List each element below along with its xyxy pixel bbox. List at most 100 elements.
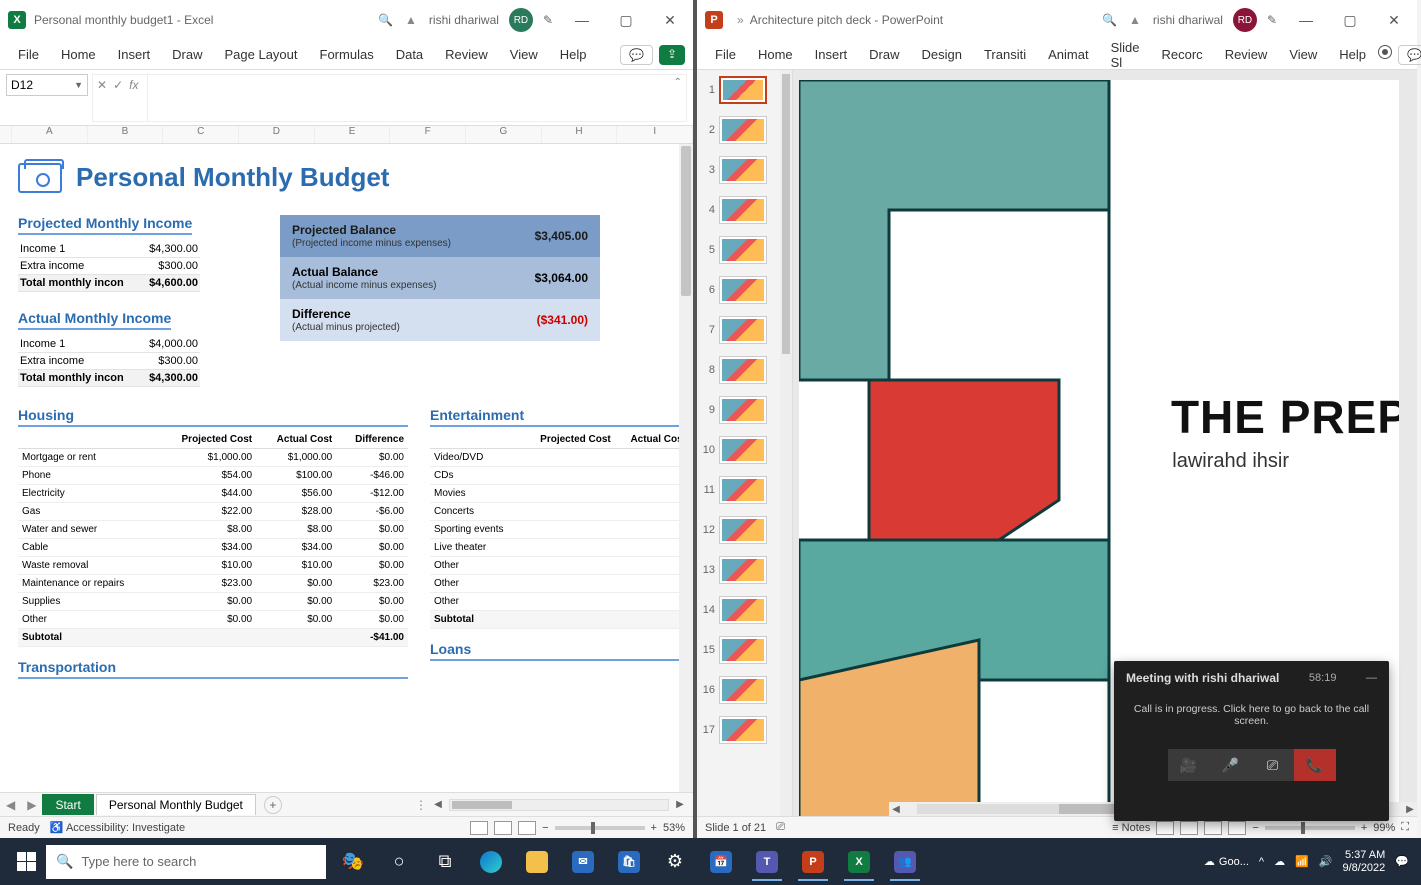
slide-thumb-16[interactable]: 16 <box>697 670 792 710</box>
tray-chevron-icon[interactable]: ^ <box>1259 856 1264 868</box>
calendar-icon[interactable]: 📅 <box>700 842 742 882</box>
col-header[interactable]: E <box>315 126 391 143</box>
maximize-button[interactable]: ▢ <box>611 12 641 29</box>
slide-thumb-17[interactable]: 17 <box>697 710 792 750</box>
table-row[interactable]: Phone$54.00$100.00-$46.00 <box>18 467 408 485</box>
close-button[interactable]: ✕ <box>1379 12 1409 29</box>
table-row[interactable]: Concerts <box>430 503 690 521</box>
tab-draw[interactable]: Draw <box>162 43 212 66</box>
tab-data[interactable]: Data <box>386 43 433 66</box>
tab-draw[interactable]: Draw <box>859 43 909 66</box>
explorer-icon[interactable] <box>516 842 558 882</box>
tab-record[interactable]: Recorc <box>1152 43 1213 66</box>
table-row[interactable]: Mortgage or rent$1,000.00$1,000.00$0.00 <box>18 449 408 467</box>
pen-icon[interactable]: ✎ <box>543 13 553 27</box>
tab-home[interactable]: Home <box>748 43 803 66</box>
powerpoint-taskbar-icon[interactable]: P <box>792 842 834 882</box>
col-header[interactable]: A <box>12 126 88 143</box>
record-indicator[interactable] <box>1378 45 1392 59</box>
wifi-icon[interactable]: 📶 <box>1295 855 1309 868</box>
slide-thumb-2[interactable]: 2 <box>697 110 792 150</box>
tab-insert[interactable]: Insert <box>805 43 858 66</box>
table-row[interactable]: Other <box>430 557 690 575</box>
fx-icon[interactable]: fx <box>129 78 138 92</box>
col-header[interactable]: C <box>163 126 239 143</box>
table-row[interactable]: CDs <box>430 467 690 485</box>
chevron-down-icon[interactable]: ▼ <box>74 80 83 90</box>
minimize-button[interactable]: — <box>1291 12 1321 29</box>
table-row[interactable]: Maintenance or repairs$23.00$0.00$23.00 <box>18 575 408 593</box>
col-header[interactable]: I <box>617 126 693 143</box>
zoom-slider[interactable] <box>555 826 645 830</box>
minimize-button[interactable]: — <box>567 12 597 29</box>
thumb-scrollbar[interactable] <box>780 70 792 816</box>
onedrive-icon[interactable]: ☁ <box>1274 855 1285 868</box>
slideshow-button[interactable] <box>1228 821 1246 835</box>
hangup-button[interactable]: 📞 <box>1294 749 1336 781</box>
tab-insert[interactable]: Insert <box>108 43 161 66</box>
table-row[interactable]: Waste removal$10.00$10.00$0.00 <box>18 557 408 575</box>
accessibility-status[interactable]: ♿ Accessibility: Investigate <box>50 821 185 834</box>
more-icon[interactable]: » <box>737 13 744 27</box>
tab-slideshow[interactable]: Slide Sl <box>1101 36 1150 74</box>
task-view-icon[interactable]: ⧉ <box>424 842 466 882</box>
taskbar-search[interactable]: 🔍 Type here to search <box>46 845 326 879</box>
col-header[interactable]: D <box>239 126 315 143</box>
minimize-overlay-icon[interactable]: — <box>1366 672 1377 684</box>
warning-icon[interactable]: ▲ <box>405 13 417 27</box>
zoom-value[interactable]: 99% <box>1373 822 1395 834</box>
table-row[interactable]: Movies <box>430 485 690 503</box>
table-row[interactable]: Live theater <box>430 539 690 557</box>
slide-thumb-12[interactable]: 12 <box>697 510 792 550</box>
cancel-formula-icon[interactable]: ✕ <box>97 78 107 92</box>
sheet-nav-next[interactable]: ▶ <box>21 798 42 812</box>
page-layout-view-button[interactable] <box>494 821 512 835</box>
table-row[interactable]: Other <box>430 593 690 611</box>
table-row[interactable]: Gas$22.00$28.00-$6.00 <box>18 503 408 521</box>
table-row[interactable]: Supplies$0.00$0.00$0.00 <box>18 593 408 611</box>
sheet-area[interactable]: Personal Monthly Budget Projected Monthl… <box>0 144 693 792</box>
slide-thumb-3[interactable]: 3 <box>697 150 792 190</box>
tab-transitions[interactable]: Transiti <box>974 43 1036 66</box>
tab-help[interactable]: Help <box>550 43 597 66</box>
tab-formulas[interactable]: Formulas <box>310 43 384 66</box>
display-settings-icon[interactable]: ⎚ <box>776 821 785 834</box>
teams-call-overlay[interactable]: Meeting with rishi dhariwal 58:19 — Call… <box>1114 661 1389 821</box>
table-row[interactable]: Cable$34.00$34.00$0.00 <box>18 539 408 557</box>
notes-button[interactable]: ≡ Notes <box>1112 822 1150 834</box>
normal-view-button[interactable] <box>470 821 488 835</box>
edge-icon[interactable] <box>470 842 512 882</box>
zoom-out-button[interactable]: − <box>1252 822 1258 834</box>
add-sheet-button[interactable]: + <box>264 796 282 814</box>
sorter-view-button[interactable] <box>1180 821 1198 835</box>
tab-help[interactable]: Help <box>1329 43 1376 66</box>
slide-thumb-4[interactable]: 4 <box>697 190 792 230</box>
table-row[interactable]: Other$0.00$0.00$0.00 <box>18 611 408 629</box>
share-button[interactable]: ⇪ <box>659 45 685 65</box>
teams-taskbar-icon[interactable]: T <box>746 842 788 882</box>
slide-thumb-5[interactable]: 5 <box>697 230 792 270</box>
pen-icon[interactable]: ✎ <box>1267 13 1277 27</box>
notifications-icon[interactable]: 💬 <box>1395 855 1409 868</box>
slide-thumb-11[interactable]: 11 <box>697 470 792 510</box>
close-button[interactable]: ✕ <box>655 12 685 29</box>
sheet-nav-prev[interactable]: ◀ <box>0 798 21 812</box>
tab-design[interactable]: Design <box>912 43 972 66</box>
table-row[interactable]: Water and sewer$8.00$8.00$0.00 <box>18 521 408 539</box>
table-row[interactable]: Sporting events <box>430 521 690 539</box>
tab-home[interactable]: Home <box>51 43 106 66</box>
excel-avatar[interactable]: RD <box>509 8 533 32</box>
cortana-icon[interactable]: ○ <box>378 842 420 882</box>
expand-formula-icon[interactable]: ⌃ <box>674 77 682 88</box>
slide-thumb-14[interactable]: 14 <box>697 590 792 630</box>
col-header[interactable]: G <box>466 126 542 143</box>
zoom-value[interactable]: 53% <box>663 822 685 834</box>
search-icon[interactable]: 🔍 <box>1102 13 1117 27</box>
start-button[interactable] <box>6 842 46 882</box>
slide-thumb-8[interactable]: 8 <box>697 350 792 390</box>
store-icon[interactable]: 🛍 <box>608 842 650 882</box>
weather-widget[interactable]: ☁ Goo... <box>1204 855 1249 868</box>
camera-button[interactable]: 🎥 <box>1168 749 1210 781</box>
tab-review[interactable]: Review <box>435 43 498 66</box>
name-box[interactable]: D12 ▼ <box>6 74 88 96</box>
